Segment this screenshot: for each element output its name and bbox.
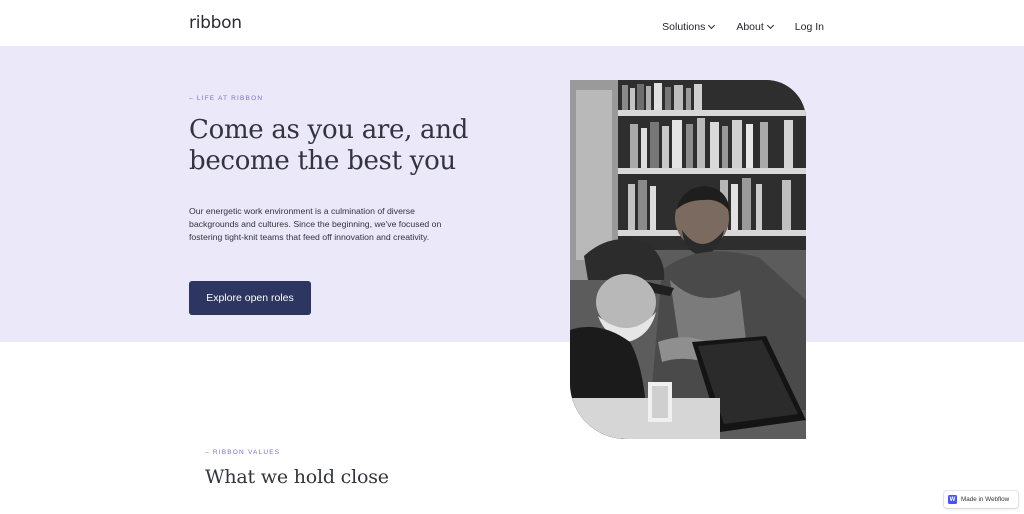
chevron-down-icon [708, 21, 716, 30]
team-photo-illustration [570, 80, 806, 439]
made-in-webflow-badge[interactable]: W Made in Webflow [944, 491, 1018, 508]
nav-solutions-label: Solutions [662, 21, 706, 33]
explore-open-roles-button[interactable]: Explore open roles [189, 281, 311, 315]
nav-about[interactable]: About [736, 21, 774, 33]
badge-label: Made in Webflow [961, 496, 1010, 503]
ribbon-logo[interactable]: ribbon [189, 13, 242, 33]
values-title: What we hold close [205, 466, 389, 488]
nav-login-label: Log In [794, 21, 824, 33]
values-eyebrow: – RIBBON VALUES [205, 449, 281, 456]
hero-intro: Our energetic work environment is a culm… [189, 206, 442, 242]
main-nav: Solutions About Log In [640, 21, 824, 33]
team-photo [570, 80, 806, 439]
nav-about-label: About [736, 21, 764, 33]
nav-solutions[interactable]: Solutions [662, 21, 716, 33]
hero-eyebrow: – LIFE AT RIBBON [189, 95, 264, 102]
nav-login[interactable]: Log In [795, 21, 824, 33]
webflow-logo-icon: W [948, 495, 957, 504]
hero-headline: Come as you are, and become the best you [189, 115, 469, 176]
site-header: ribbon Solutions About Log In [0, 0, 1024, 46]
hero-section [0, 46, 1024, 342]
chevron-down-icon [766, 21, 774, 30]
